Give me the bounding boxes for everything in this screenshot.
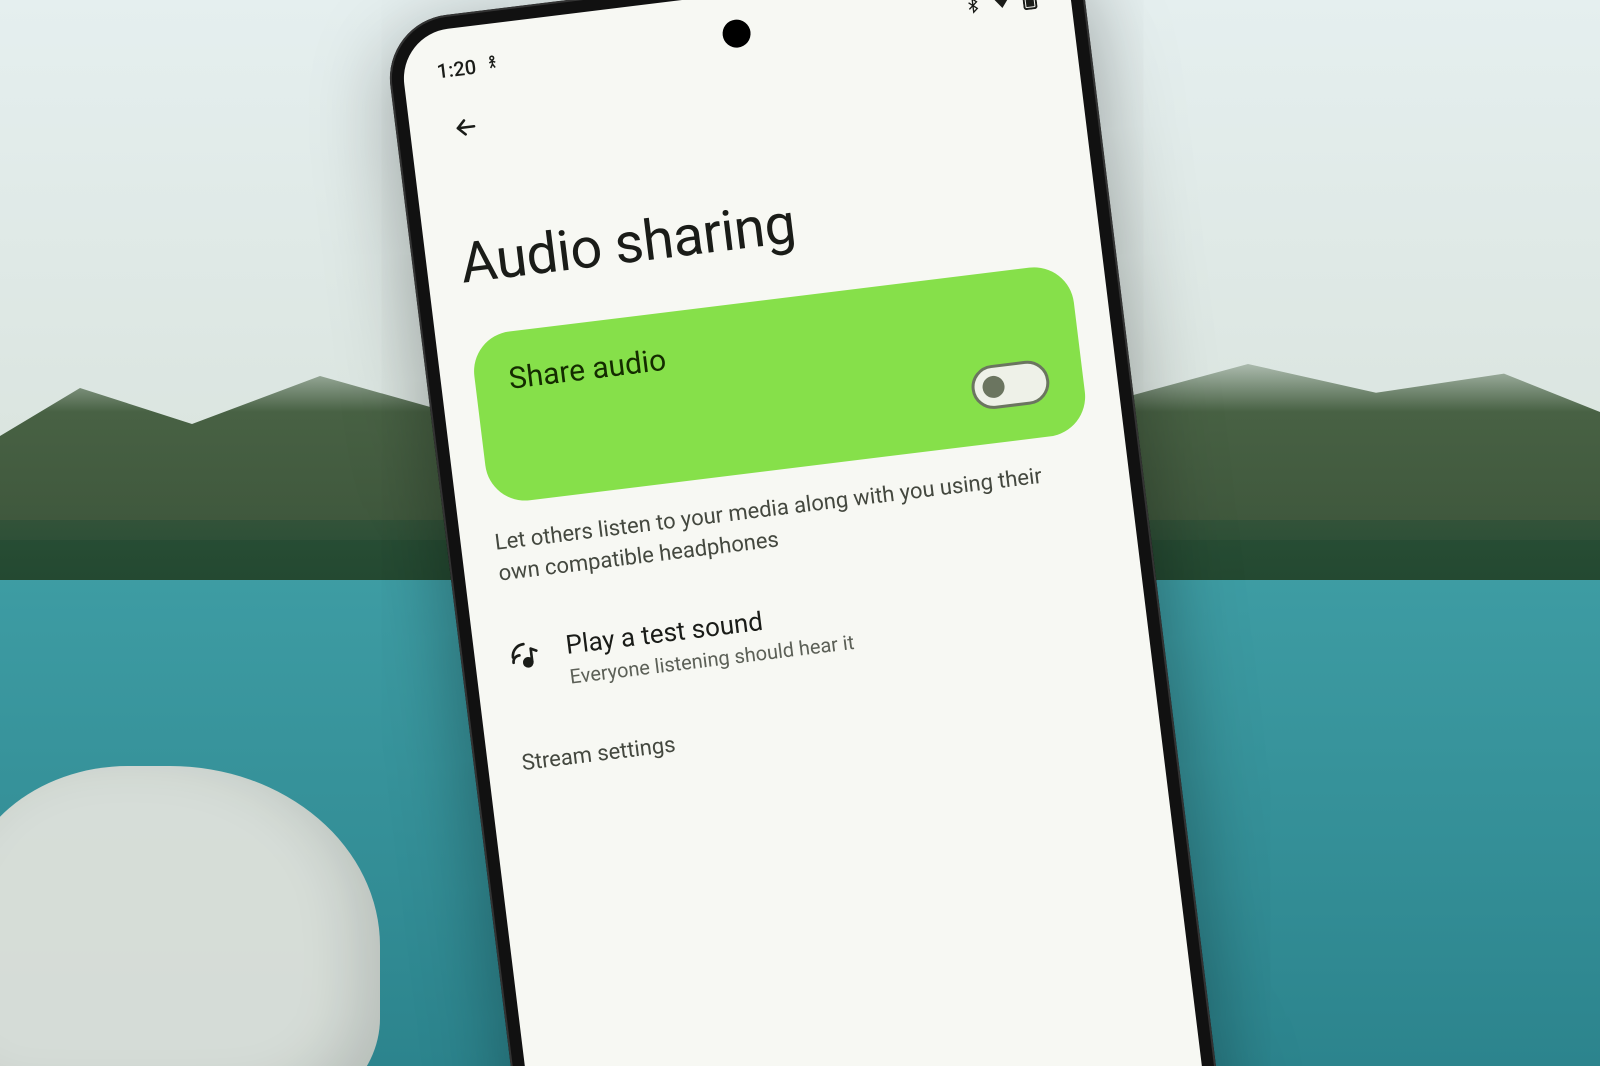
wifi-icon — [990, 0, 1014, 12]
music-cast-icon — [507, 638, 543, 678]
status-time: 1:20 — [435, 55, 477, 84]
bluetooth-icon — [964, 0, 982, 16]
share-audio-toggle[interactable] — [969, 358, 1052, 411]
battery-icon — [1021, 0, 1038, 10]
digital-wellbeing-icon — [483, 52, 504, 78]
back-arrow-icon — [450, 112, 482, 147]
toggle-thumb — [981, 375, 1006, 400]
share-audio-label: Share audio — [507, 343, 668, 397]
back-button[interactable] — [442, 105, 491, 154]
stream-settings-header: Stream settings — [520, 677, 1123, 775]
play-test-sound-row[interactable]: Play a test sound Everyone listening sho… — [506, 564, 1113, 695]
